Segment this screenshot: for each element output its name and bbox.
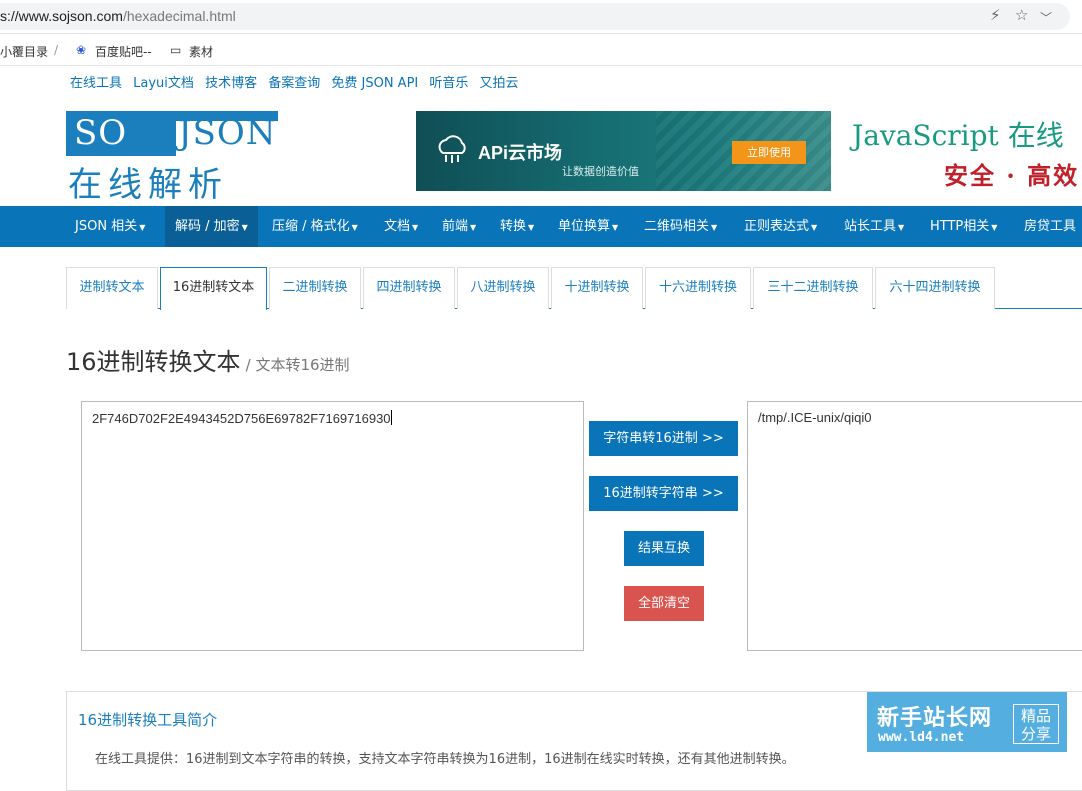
nav-decode-encrypt[interactable]: 解码 / 加密 ▼ bbox=[165, 206, 258, 247]
watermark-tag-1: 精品 bbox=[1020, 707, 1051, 725]
url-host: s://www.sojson.com bbox=[0, 8, 123, 24]
nav-label: 文档 bbox=[384, 219, 411, 234]
hex-to-string-button[interactable]: 16进制转字符串 >> bbox=[589, 476, 738, 511]
nav-docs[interactable]: 文档 ▼ bbox=[374, 206, 428, 247]
url-path: /hexadecimal.html bbox=[122, 8, 236, 24]
top-links: 在线工具 Layui文档 技术博客 备案查询 免费 JSON API 听音乐 又… bbox=[70, 72, 526, 91]
nav-label: 单位换算 bbox=[558, 219, 611, 234]
hex-input-value: 2F746D702F2E4943452D756E69782F7169716930 bbox=[92, 411, 391, 426]
bookmark-folder-1[interactable]: 小覆目录 bbox=[0, 43, 48, 60]
tab-decimal[interactable]: 十进制转换 bbox=[551, 267, 643, 309]
star-icon[interactable]: ☆ bbox=[1015, 6, 1028, 24]
text-caret bbox=[390, 410, 392, 425]
link-online-tools[interactable]: 在线工具 bbox=[70, 76, 122, 91]
caret-down-icon: ▼ bbox=[991, 223, 998, 232]
tab-base-to-text[interactable]: 进制转文本 bbox=[66, 267, 158, 309]
logo-json: JSON bbox=[178, 113, 277, 153]
site-logo[interactable]: SO JSON 在线解析 bbox=[66, 111, 288, 205]
main-nav: JSON 相关 ▼ 解码 / 加密 ▼ 压缩 / 格式化 ▼ 文档 ▼ 前端 ▼ 转换 ▼ … bbox=[0, 206, 1082, 247]
nav-label: 站长工具 bbox=[844, 219, 897, 234]
intro-title: 16进制转换工具简介 bbox=[78, 711, 218, 729]
watermark-name: 新手站长网 bbox=[877, 706, 993, 731]
link-music[interactable]: 听音乐 bbox=[429, 76, 468, 91]
bookmarks-bar: 小覆目录 / ❀ 百度贴吧-- ▭ 素材 bbox=[0, 34, 1082, 66]
nav-frontend[interactable]: 前端 ▼ bbox=[432, 206, 486, 247]
nav-label: JSON 相关 bbox=[75, 219, 138, 234]
logo-so: SO bbox=[74, 113, 128, 153]
caret-down-icon: ▼ bbox=[711, 223, 718, 232]
caret-down-icon: ▼ bbox=[412, 223, 419, 232]
page-title: 16进制转换文本 / 文本转16进制 bbox=[66, 342, 350, 377]
tab-base64[interactable]: 六十四进制转换 bbox=[875, 267, 995, 309]
banner-subtitle: 让数据创造价值 bbox=[562, 165, 639, 178]
url-text[interactable]: s://www.sojson.com/hexadecimal.html bbox=[0, 8, 236, 24]
ld4-watermark: 新手站长网 www.ld4.net 精品 分享 bbox=[867, 692, 1067, 752]
watermark-url: www.ld4.net bbox=[878, 730, 965, 745]
nav-unit-convert[interactable]: 单位换算 ▼ bbox=[548, 206, 628, 247]
caret-down-icon: ▼ bbox=[528, 223, 535, 232]
string-to-hex-button[interactable]: 字符串转16进制 >> bbox=[589, 421, 738, 456]
nav-convert[interactable]: 转换 ▼ bbox=[490, 206, 544, 247]
swap-results-button[interactable]: 结果互换 bbox=[624, 531, 704, 566]
baidu-paw-icon: ❀ bbox=[76, 43, 87, 57]
tab-hexadecimal[interactable]: 十六进制转换 bbox=[645, 267, 751, 309]
nav-label: 转换 bbox=[500, 219, 527, 234]
tab-base32[interactable]: 三十二进制转换 bbox=[753, 267, 873, 309]
nav-label: 二维码相关 bbox=[644, 219, 710, 234]
nav-json[interactable]: JSON 相关 ▼ bbox=[65, 206, 155, 247]
tab-octal[interactable]: 八进制转换 bbox=[457, 267, 549, 309]
nav-webmaster[interactable]: 站长工具 ▼ bbox=[834, 206, 914, 247]
nav-label: 房贷工具 bbox=[1024, 219, 1077, 234]
banner-cta-button[interactable]: 立即使用 bbox=[732, 141, 806, 164]
caret-down-icon: ▼ bbox=[139, 223, 146, 232]
caret-down-icon: ▼ bbox=[470, 223, 477, 232]
text-output-textarea[interactable]: /tmp/.ICE-unix/qiqi0 bbox=[747, 401, 1082, 651]
cloud-icon bbox=[438, 135, 466, 163]
watermark-tag-2: 分享 bbox=[1020, 725, 1051, 743]
hex-input-textarea[interactable]: 2F746D702F2E4943452D756E69782F7169716930 bbox=[81, 401, 584, 651]
folder-icon: ▭ bbox=[170, 43, 182, 57]
page-subheading: / 文本转16进制 bbox=[245, 356, 350, 374]
caret-down-icon: ▼ bbox=[811, 223, 818, 232]
nav-label: 正则表达式 bbox=[744, 219, 810, 234]
banner-title: APi云市场 bbox=[478, 143, 563, 163]
lightning-icon[interactable]: ⚡ bbox=[990, 6, 1001, 24]
nav-http[interactable]: HTTP相关 ▼ bbox=[920, 206, 1007, 247]
text-output-value: /tmp/.ICE-unix/qiqi0 bbox=[758, 410, 872, 425]
nav-label: HTTP相关 bbox=[930, 219, 990, 234]
caret-down-icon: ▼ bbox=[241, 223, 248, 232]
tab-quaternary[interactable]: 四进制转换 bbox=[363, 267, 455, 309]
caret-down-icon: ▼ bbox=[898, 223, 905, 232]
logo-subtitle: 在线解析 bbox=[68, 165, 228, 205]
bookmark-separator: / bbox=[54, 43, 59, 57]
browser-address-bar: s://www.sojson.com/hexadecimal.html ⚡ ☆ … bbox=[0, 0, 1082, 34]
tab-hex-to-text[interactable]: 16进制转文本 bbox=[160, 267, 267, 310]
nav-qrcode[interactable]: 二维码相关 ▼ bbox=[634, 206, 727, 247]
nav-label: 前端 bbox=[442, 219, 469, 234]
bookmark-baidu-tieba[interactable]: 百度贴吧-- bbox=[95, 43, 152, 60]
nav-label: 解码 / 加密 bbox=[175, 219, 240, 234]
bookmark-sucai[interactable]: 素材 bbox=[189, 43, 213, 60]
link-layui-docs[interactable]: Layui文档 bbox=[133, 76, 194, 91]
api-market-banner[interactable]: APi云市场 让数据创造价值 立即使用 bbox=[416, 111, 831, 191]
link-json-api[interactable]: 免费 JSON API bbox=[331, 76, 418, 91]
slogan-secure: 安全 · 高效 bbox=[944, 161, 1080, 190]
caret-down-icon: ▼ bbox=[351, 223, 358, 232]
nav-label: 压缩 / 格式化 bbox=[272, 219, 350, 234]
intro-description: 在线工具提供：16进制到文本字符串的转换，支持文本字符串转换为16进制，16进制… bbox=[95, 752, 795, 767]
link-tech-blog[interactable]: 技术博客 bbox=[205, 76, 257, 91]
nav-compress-format[interactable]: 压缩 / 格式化 ▼ bbox=[262, 206, 368, 247]
watermark-badge: 精品 分享 bbox=[1013, 704, 1059, 744]
tab-binary[interactable]: 二进制转换 bbox=[269, 267, 361, 309]
page-heading: 16进制转换文本 bbox=[66, 348, 241, 376]
converter-tabs: 进制转文本 16进制转文本 二进制转换 四进制转换 八进制转换 十进制转换 十六… bbox=[66, 267, 1082, 310]
nav-regex[interactable]: 正则表达式 ▼ bbox=[734, 206, 827, 247]
caret-down-icon: ▼ bbox=[612, 223, 619, 232]
nav-mortgage[interactable]: 房贷工具 bbox=[1014, 206, 1082, 247]
clear-all-button[interactable]: 全部清空 bbox=[624, 586, 704, 621]
link-icp-query[interactable]: 备案查询 bbox=[268, 76, 320, 91]
chevron-down-icon[interactable]: ﹀ bbox=[1040, 9, 1052, 26]
link-upyun[interactable]: 又拍云 bbox=[480, 76, 519, 91]
slogan-javascript: JavaScript 在线 bbox=[852, 119, 1064, 152]
